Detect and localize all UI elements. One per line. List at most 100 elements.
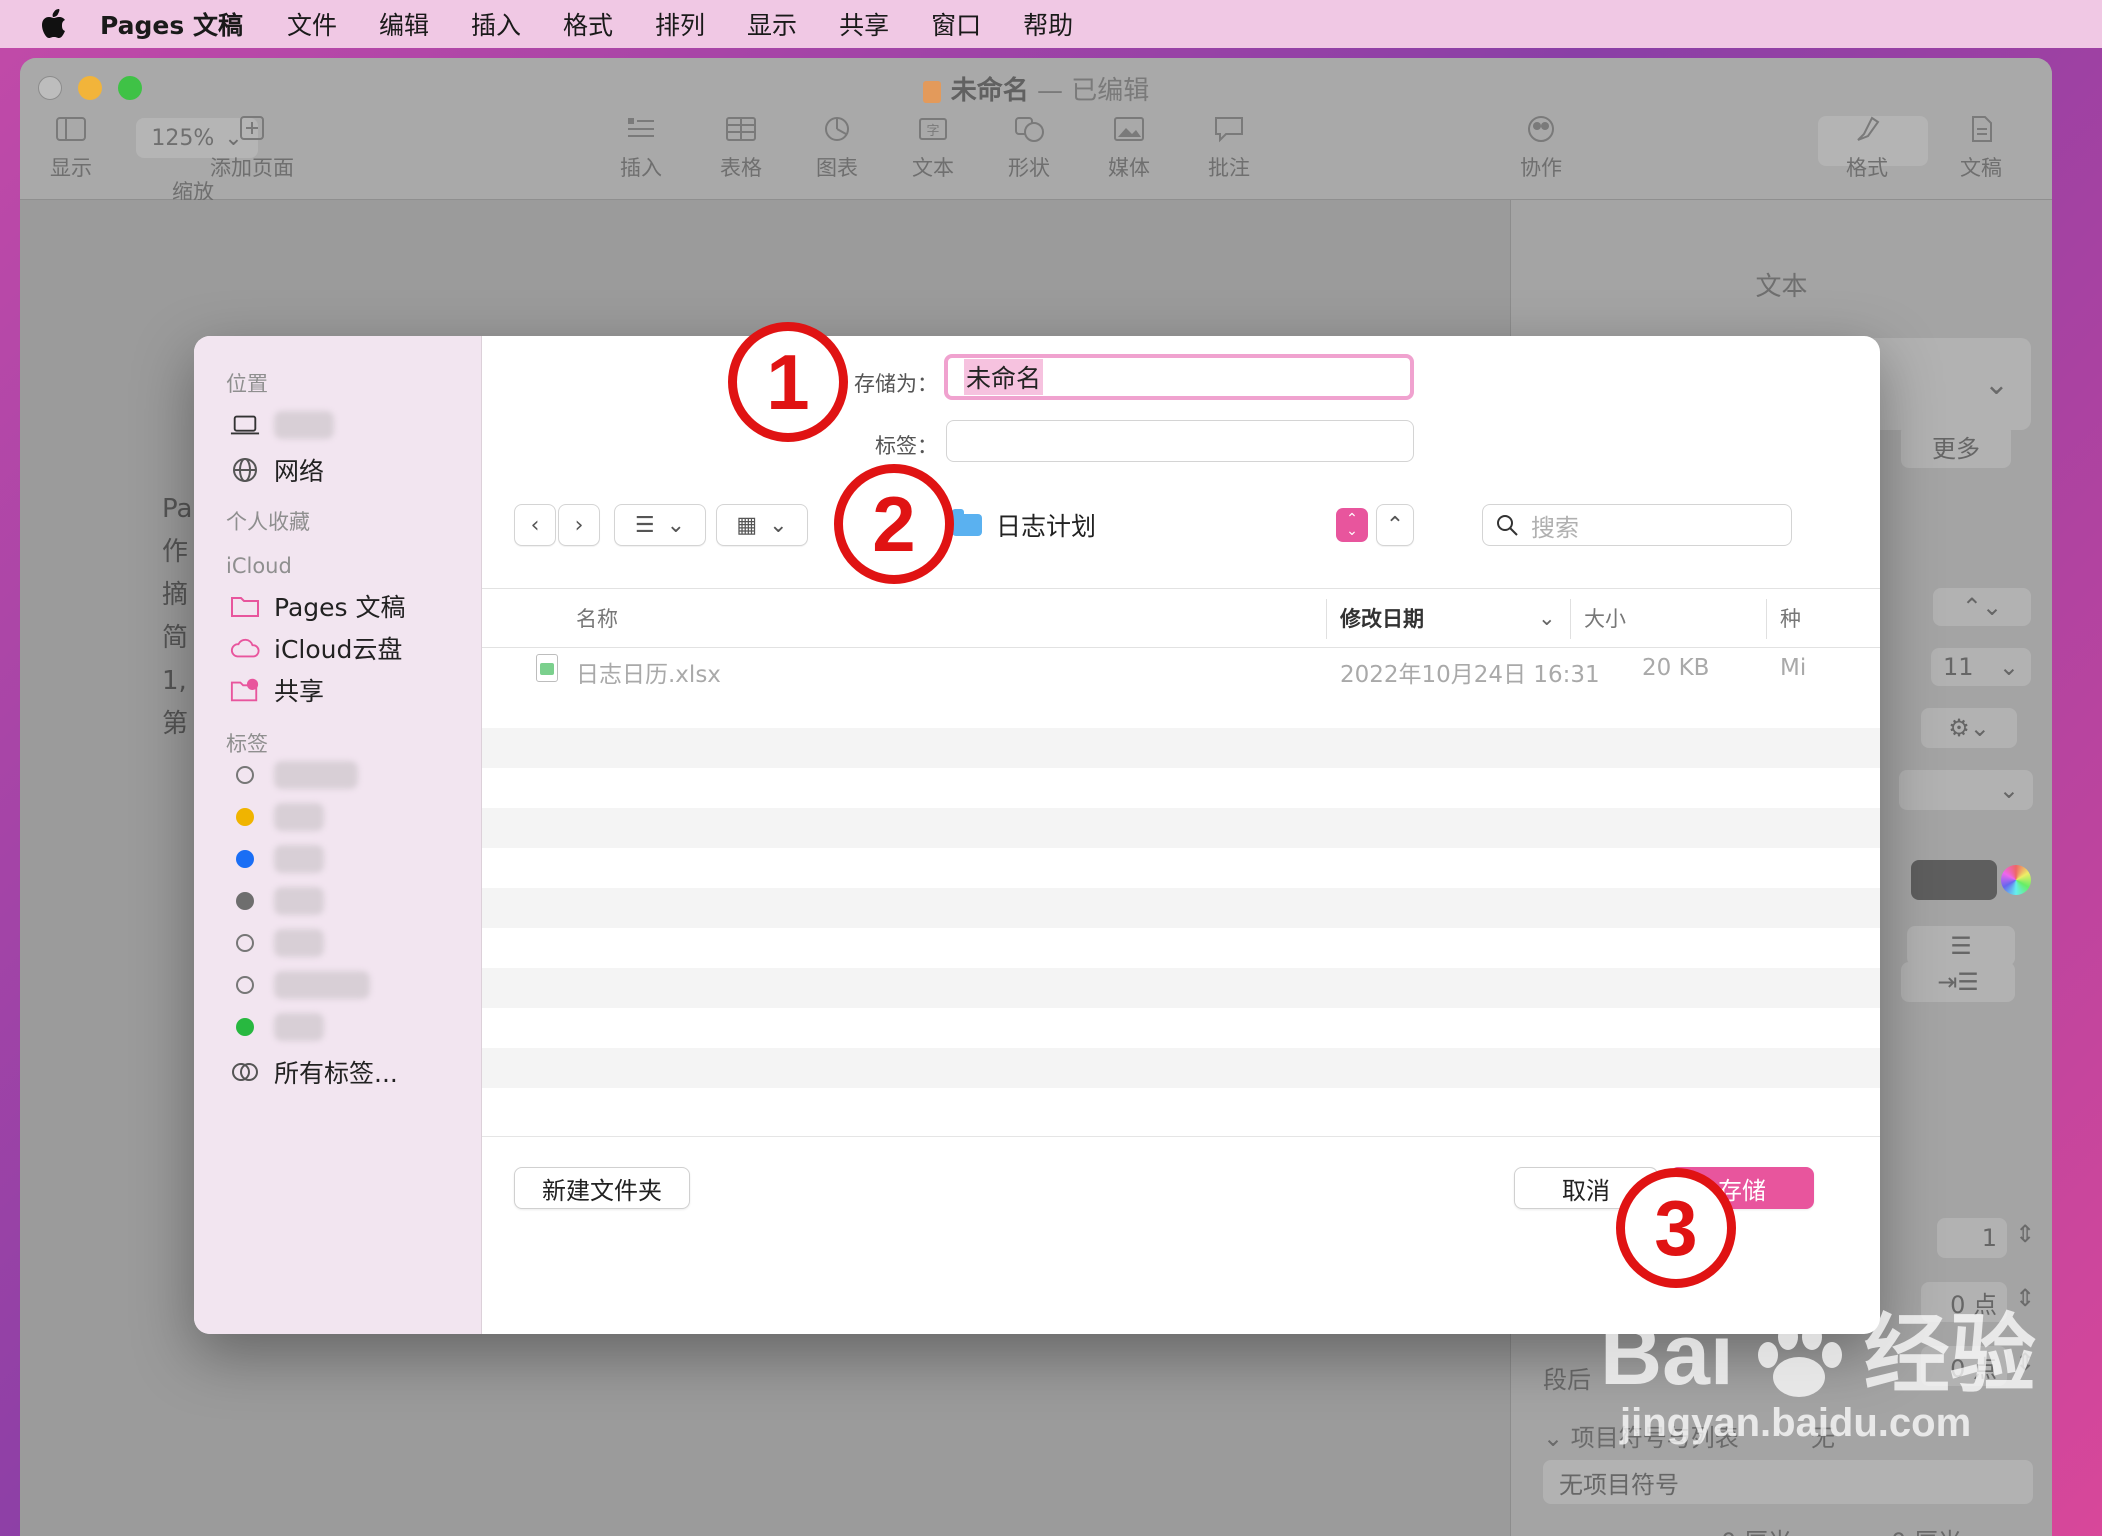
sidebar-item-pages-documents[interactable]: Pages 文稿 [230,588,406,624]
toolbar-insert-button[interactable]: 插入 [620,114,662,182]
menu-file[interactable]: 文件 [287,6,337,42]
save-as-input[interactable]: 未命名 [944,354,1414,400]
text-color-swatch[interactable] [1911,860,1997,900]
file-list: 日志日历.xlsx 2022年10月24日 16:31 20 KB Mi [482,648,1880,1130]
chevron-down-icon: ⌄ [769,512,788,538]
chevron-up-icon: ⌃ [1385,512,1405,538]
toolbar-document-button[interactable]: 文稿 [1960,114,2002,182]
toolbar-format-button[interactable]: 格式 [1846,114,1888,182]
sidebar-tag-item[interactable] [230,844,324,874]
empty-row [482,928,1880,968]
table-row: 日志日历.xlsx 2022年10月24日 16:31 20 KB Mi [482,648,1880,688]
toolbar-media-button[interactable]: 媒体 [1108,114,1150,182]
sidebar-item-shared[interactable]: 共享 [230,672,324,708]
tag-empty-icon [230,970,260,1000]
insert-icon [628,118,654,137]
search-icon [1497,515,1518,536]
new-folder-button[interactable]: 新建文件夹 [514,1167,690,1209]
menu-edit[interactable]: 编辑 [379,6,429,42]
toolbar-chart-button[interactable]: 图表 [816,114,858,182]
space-after-label: 段后 [1543,1366,1591,1394]
more-button-label: 更多 [1932,434,1980,463]
watermark-url: jingyan.baidu.com [1620,1401,1972,1446]
indent-icon[interactable]: ⇥☰ [1901,962,2015,1002]
more-button[interactable]: 更多 [1901,424,2011,468]
menu-app-name[interactable]: Pages 文稿 [100,6,243,42]
menu-view[interactable]: 显示 [747,6,797,42]
sidebar-item-computer[interactable] [230,410,334,440]
new-folder-label: 新建文件夹 [542,1176,662,1205]
toolbar-view-button[interactable]: 显示 [50,114,92,182]
stepper-icon[interactable]: ⇕ [2015,1220,2035,1248]
list-view-button[interactable]: ☰ ⌄ [614,504,706,546]
column-kind[interactable]: 种 [1780,589,1801,647]
menu-share[interactable]: 共享 [839,6,889,42]
location-popup[interactable]: 日志计划 ⌃ ⌄ [952,504,1368,546]
back-button[interactable]: ‹ [514,504,556,546]
toolbar-table-button[interactable]: 表格 [720,114,762,182]
sidebar-all-tags[interactable]: 所有标签... [230,1054,398,1090]
tag-gray-icon [230,886,260,916]
tag-empty-icon [230,760,260,790]
sidebar-tag-item[interactable] [230,928,324,958]
column-separator [1766,599,1767,639]
toolbar-shape-button[interactable]: 形状 [1008,114,1050,182]
laptop-icon [230,410,260,440]
gear-icon[interactable]: ⚙⌄ [1921,708,2017,748]
folder-icon [230,591,260,621]
empty-row [482,1008,1880,1048]
menu-format[interactable]: 格式 [563,6,613,42]
watermark-brand-2: 经验 [1863,1307,2036,1403]
toolbar-add-page-button[interactable]: 添加页面 [210,114,294,182]
sidebar-item-network[interactable]: 网络 [230,452,324,488]
toolbar-table-label: 表格 [720,156,762,180]
window-title-status: 已编辑 [1071,76,1150,106]
font-size-select[interactable]: 11 ⌄ [1931,648,2031,686]
location-folder-name: 日志计划 [996,512,1097,541]
annotation-marker-3: 3 [1616,1168,1736,1288]
sidebar-tag-item[interactable] [230,886,324,916]
empty-row [482,1048,1880,1088]
zoom-value: 125% [151,125,215,151]
menu-arrange[interactable]: 排列 [655,6,705,42]
empty-row [482,768,1880,808]
toolbar-view-label: 显示 [50,156,92,180]
sidebar-tag-item[interactable] [230,1012,324,1042]
column-size[interactable]: 大小 [1584,589,1626,647]
group-view-button[interactable]: ▦ ⌄ [716,504,808,546]
sidebar-item-label: Pages 文稿 [274,593,406,622]
menu-help[interactable]: 帮助 [1023,6,1073,42]
align-justify-icon[interactable]: ☰ [1907,926,2015,966]
color-wheel-icon[interactable] [2001,865,2031,895]
menu-window[interactable]: 窗口 [931,6,981,42]
sidebar-tag-item[interactable] [230,760,358,790]
sort-chevron-icon[interactable]: ⌄ [1538,589,1556,647]
document-icon [1972,116,1992,142]
forward-button[interactable]: › [558,504,600,546]
toolbar-text-button[interactable]: 字 文本 [912,114,954,182]
redacted-label [274,411,334,439]
window-title-name: 未命名 [950,76,1029,106]
search-field[interactable]: 搜索 [1482,504,1792,546]
file-name: 日志日历.xlsx [576,662,721,688]
chevron-left-icon: ‹ [530,512,540,538]
sidebar-tag-item[interactable] [230,802,324,832]
document-line: 第 [162,709,189,739]
menu-bar: Pages 文稿 文件 编辑 插入 格式 排列 显示 共享 窗口 帮助 [0,0,2102,48]
collapse-button[interactable]: ⌃ [1376,504,1414,546]
line-spacing-field[interactable]: 1 [1937,1218,2007,1258]
sidebar-tag-item[interactable] [230,970,370,1000]
bullet-style-select[interactable]: 无项目符号 [1543,1460,2033,1504]
apple-menu-icon[interactable] [36,6,72,42]
chevron-down-icon[interactable]: ⌄ [1899,770,2033,810]
toolbar-collaborate-button[interactable]: 协作 [1520,114,1562,182]
tags-input[interactable] [946,420,1414,462]
column-name[interactable]: 名称 [576,589,618,647]
sidebar-item-icloud-drive[interactable]: iCloud云盘 [230,630,402,666]
toolbar-comment-button[interactable]: 批注 [1208,114,1250,182]
annotation-marker-2: 2 [834,464,954,584]
watermark-brand: Bai [1600,1307,1734,1403]
stepper-icon[interactable]: ⌃⌄ [1933,588,2031,626]
menu-insert[interactable]: 插入 [471,6,521,42]
column-modified[interactable]: 修改日期 [1340,589,1424,647]
